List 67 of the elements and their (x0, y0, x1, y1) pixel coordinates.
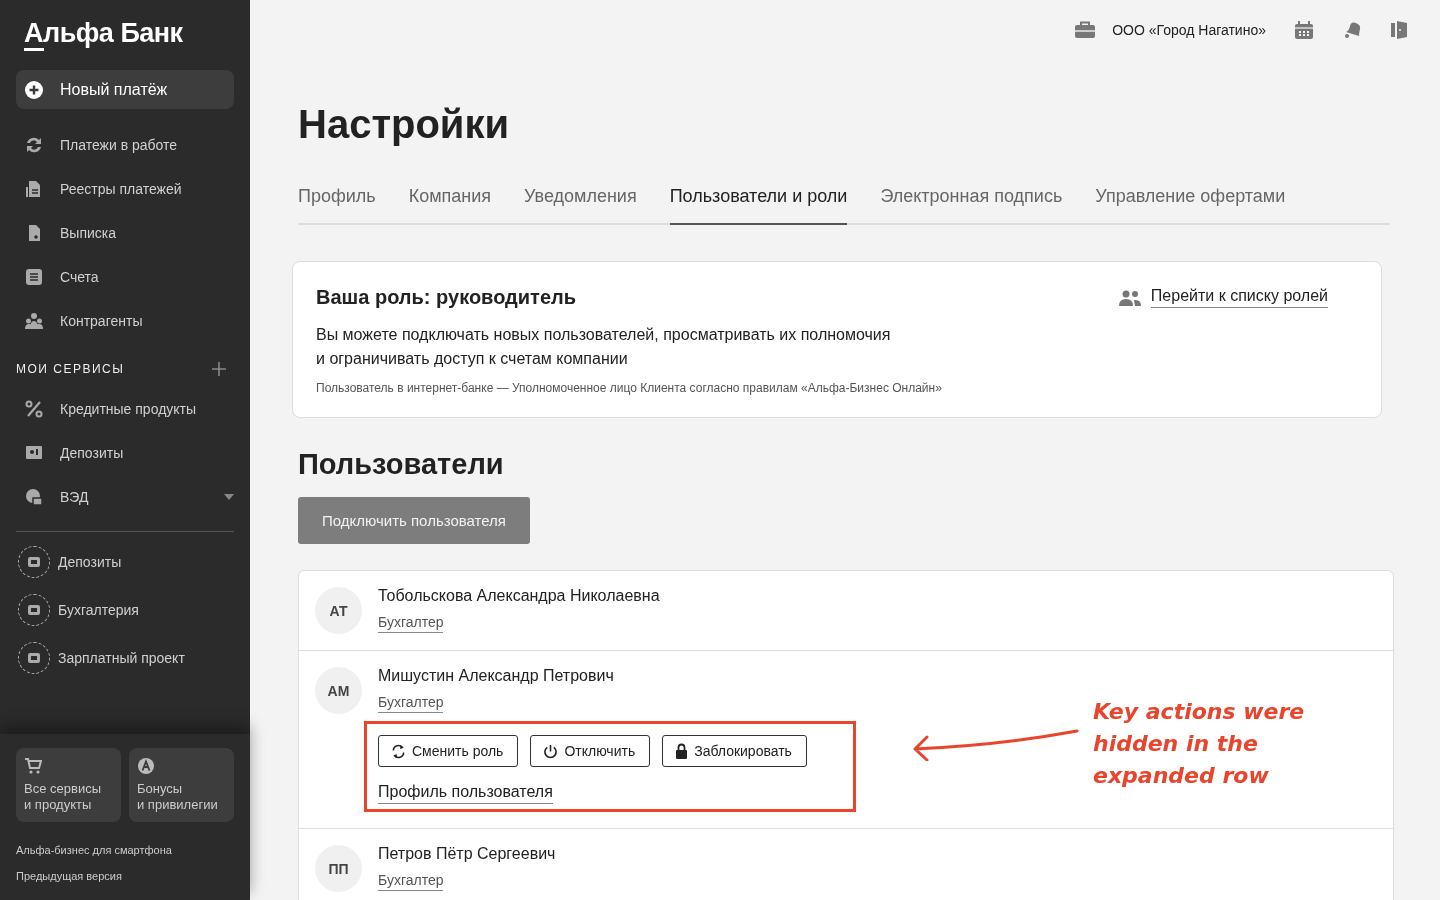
sidebar-item[interactable]: Бухгалтерия (16, 586, 234, 634)
user-profile-link[interactable]: Профиль пользователя (378, 783, 553, 804)
sidebar-item[interactable]: Реестры платежей (16, 167, 234, 211)
sidebar-item[interactable]: Кредитные продукты (16, 387, 234, 431)
add-icon[interactable] (212, 362, 226, 376)
user-row[interactable]: ПП Петров Пётр Сергеевич Бухгалтер (299, 829, 1393, 900)
user-avatar: АМ (315, 667, 362, 714)
refresh-icon (391, 743, 406, 759)
power-icon (543, 743, 559, 759)
page-title: Настройки (298, 101, 511, 148)
sidebar-link[interactable]: Предыдущая версия (16, 862, 234, 888)
role-description: Вы можете подключать новых пользователей, просматривать их полномочия и ограничивать доступ к счетам компании (316, 325, 892, 369)
bell-icon[interactable] (1342, 20, 1362, 40)
sidebar-item[interactable]: Контрагенты (16, 299, 234, 343)
new-payment-button[interactable]: Новый платёж (16, 70, 234, 109)
user-role-link[interactable]: Бухгалтер (378, 614, 444, 633)
action-button[interactable]: Заблокировать (662, 735, 807, 767)
sidebar-item[interactable]: Депозиты (16, 538, 234, 586)
sidebar-item[interactable]: Депозиты (16, 431, 234, 475)
section-title: Пользователи (298, 448, 505, 481)
user-name: Петров Пётр Сергеевич (378, 845, 556, 863)
service-tile[interactable]: Все сервисы и продукты (16, 748, 121, 822)
percent-icon (24, 399, 44, 419)
tab[interactable]: Компания (408, 186, 492, 225)
arrows-icon (24, 135, 44, 155)
sidebar-item[interactable]: ВЭД (16, 475, 234, 519)
service-tile[interactable]: Бонусы и привилегии (129, 748, 234, 822)
user-role-link[interactable]: Бухгалтер (378, 872, 444, 891)
annotation-text: Key actions were hidden in the expanded row (1093, 698, 1306, 790)
arrow-icon (911, 727, 1081, 761)
bonus-icon (137, 757, 155, 775)
section-heading: МОИ СЕРВИСЫ (16, 362, 125, 376)
plus-icon (24, 79, 44, 100)
globe-icon (24, 487, 44, 507)
sidebar-item[interactable]: Платежи в работе (16, 123, 234, 167)
role-note: Пользователь в интернет-банке — Уполномоченное лицо Клиента согласно правилам «Альфа-Бизнес Онлайн» (316, 381, 943, 395)
role-title: Ваша роль: руководитель (316, 286, 577, 309)
sidebar-item[interactable]: Выписка (16, 211, 234, 255)
user-role-link[interactable]: Бухгалтер (378, 694, 444, 713)
tab[interactable]: Пользователи и роли (669, 186, 848, 225)
user-name: Тобольскова Александра Николаевна (378, 587, 660, 605)
action-button[interactable]: Отключить (530, 735, 651, 767)
lock-icon (675, 743, 689, 759)
user-avatar: АТ (315, 587, 362, 634)
roles-list-link[interactable]: Перейти к списку ролей (1150, 287, 1328, 308)
connect-user-button[interactable]: Подключить пользователя (298, 497, 530, 544)
list-icon (24, 267, 44, 287)
cart-icon (24, 757, 42, 775)
sidebar-link[interactable]: Альфа-бизнес для смартфона (16, 836, 234, 862)
briefcase-icon (1074, 21, 1097, 39)
exit-icon[interactable] (1390, 20, 1408, 40)
sidebar-item[interactable]: Зарплатный проект (16, 634, 234, 682)
calendar-icon[interactable] (1294, 20, 1314, 40)
user-row[interactable]: АМ Мишустин Александр Петрович Бухгалтер Сменить роль Отключить Заблокировать Профиль пользователя Key actions were hidden in the expanded row (299, 651, 1393, 829)
user-name: Мишустин Александр Петрович (378, 667, 615, 685)
tab[interactable]: Профиль (298, 186, 376, 225)
action-button[interactable]: Сменить роль (378, 735, 519, 767)
caret-icon[interactable] (224, 494, 234, 500)
people-icon (1118, 289, 1141, 306)
tab[interactable]: Уведомления (524, 186, 637, 225)
tab[interactable]: Электронная подпись (880, 186, 1063, 225)
people-icon (24, 311, 44, 331)
company-name[interactable]: ООО «Город Нагатино» (1112, 22, 1266, 38)
tab[interactable]: Управление офертами (1095, 186, 1286, 225)
user-row[interactable]: АТ Тобольскова Александра Николаевна Бухгалтер (299, 571, 1393, 651)
sidebar-item[interactable]: Счета (16, 255, 234, 299)
user-avatar: ПП (315, 845, 362, 892)
